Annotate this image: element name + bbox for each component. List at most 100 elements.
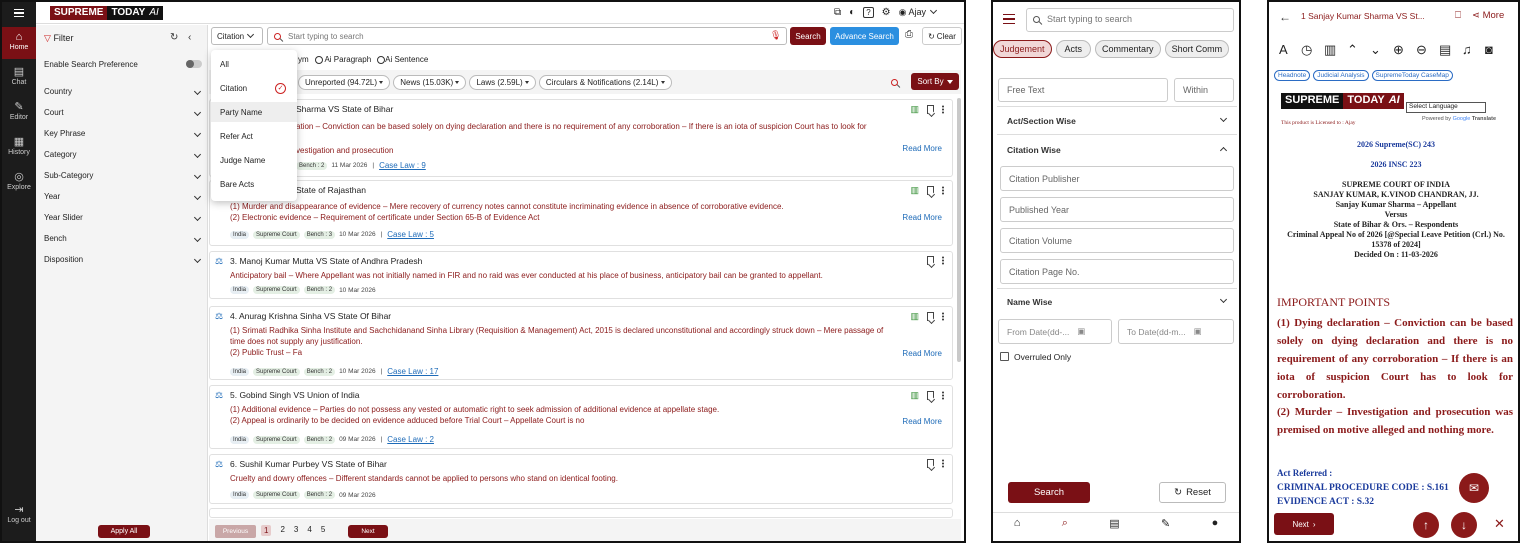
nav-explore[interactable]: ◎ Explore [2, 170, 36, 191]
chart-icon[interactable]: ▥ [1324, 42, 1336, 58]
name-wise-chevron-icon[interactable] [1219, 295, 1228, 304]
citation-publisher-input[interactable]: Citation Publisher [1000, 166, 1234, 191]
case-law-link[interactable]: Case Law : 17 [387, 367, 438, 376]
tab-commentary[interactable]: Commentary [1095, 40, 1161, 58]
dropdown-option-judge-name[interactable]: Judge Name [220, 156, 265, 165]
analytics-icon[interactable]: ▥ [910, 104, 919, 115]
advance-search-button[interactable]: Advance Search [830, 27, 899, 45]
more-options-icon[interactable] [942, 186, 944, 195]
chip-headnote[interactable]: Headnote [1274, 70, 1311, 81]
page-number[interactable]: 4 [307, 525, 311, 536]
next-doc-button[interactable]: Next › [1274, 513, 1334, 535]
dropdown-option-citation[interactable]: Citation [220, 84, 247, 93]
help-icon[interactable]: ? [863, 7, 874, 18]
name-wise-label[interactable]: Name Wise [1007, 297, 1052, 307]
filter-item-bench[interactable]: Bench [44, 234, 202, 243]
search-nav-icon[interactable]: ⌕ [1062, 517, 1068, 530]
reset-button[interactable]: ↻ Reset [1159, 482, 1226, 503]
nav-home[interactable]: ⌂ Home [2, 31, 36, 51]
chat-bubble-icon[interactable]: ⧉ [834, 7, 841, 18]
result-title[interactable]: Sharma VS State of Bihar [296, 104, 393, 114]
filter-pill[interactable]: Unreported (94.72L) [298, 75, 391, 90]
read-more-link[interactable]: Read More [902, 213, 942, 222]
citation-wise-label[interactable]: Citation Wise [1007, 145, 1061, 155]
bookmark-icon[interactable] [927, 391, 934, 400]
result-title[interactable]: 6. Sushil Kumar Purbey VS State of Bihar [230, 459, 387, 469]
collapse-icon[interactable]: ⌃ [1347, 42, 1358, 58]
close-icon[interactable]: ✕ [1494, 516, 1505, 532]
result-card[interactable]: ⚖ 5. Gobind Singh VS Union of India ▥ (1) A… [209, 385, 953, 449]
filter-pill[interactable]: Laws (2.59L) [469, 75, 536, 90]
zoom-in-icon[interactable]: ⊕ [1393, 42, 1404, 58]
bookmark-icon[interactable] [927, 105, 934, 114]
more-options-icon[interactable] [942, 105, 944, 114]
result-card[interactable]: ⚖ 3. Manoj Kumar Mutta VS State of Andhra… [209, 251, 953, 299]
scroll-down-icon[interactable]: ↓ [1451, 512, 1477, 538]
chip-casemap[interactable]: SupremeToday CaseMap [1371, 70, 1453, 81]
case-law-link[interactable]: Case Law : 2 [387, 435, 434, 444]
analytics-icon[interactable]: ▥ [910, 390, 919, 401]
nav-logout[interactable]: ⇥ Log out [2, 503, 36, 524]
mobile-search-button[interactable]: Search [1008, 482, 1090, 503]
timer-icon[interactable]: ◷ [1301, 42, 1312, 58]
tab-judgement[interactable]: Judgement [993, 40, 1052, 58]
dropdown-option-party-name[interactable]: Party Name [220, 108, 262, 117]
page-number[interactable]: 2 [280, 525, 284, 536]
apply-all-button[interactable]: Apply All [98, 525, 150, 538]
citation-wise-chevron-icon[interactable] [1219, 146, 1228, 155]
collapse-sidebar-icon[interactable]: ‹ [188, 32, 191, 43]
free-text-input[interactable]: Free Text [998, 78, 1168, 102]
filter-item-sub-category[interactable]: Sub-Category [44, 171, 202, 180]
filter-item-category[interactable]: Category [44, 150, 202, 159]
mic-icon[interactable]: ♫ [1462, 42, 1472, 57]
result-card[interactable]: ⚖ 4. Anurag Krishna Sinha VS State Of Bih… [209, 306, 953, 380]
settings-icon[interactable]: ⚙ [882, 7, 891, 18]
result-title[interactable]: State of Rajasthan [296, 185, 366, 195]
filter-item-year[interactable]: Year [44, 192, 202, 201]
scroll-up-icon[interactable]: ↑ [1413, 512, 1439, 538]
expand-icon[interactable]: ⌄ [1370, 42, 1381, 58]
bookmark-icon[interactable] [927, 256, 934, 265]
result-card[interactable]: ⚖ 6. Sushil Kumar Purbey VS State of Biha… [209, 454, 953, 504]
filter-item-disposition[interactable]: Disposition [44, 255, 202, 264]
page-number[interactable]: 1 [261, 525, 272, 536]
mode-sentence[interactable]: Ai Sentence [377, 55, 428, 64]
sort-by-button[interactable]: Sort By [911, 73, 959, 90]
filter-item-key-phrase[interactable]: Key Phrase [44, 129, 202, 138]
editor-icon[interactable]: ✎ [1161, 517, 1170, 530]
search-pref-toggle[interactable] [186, 60, 202, 68]
profile-icon[interactable]: ● [1212, 517, 1219, 530]
mobile-menu-icon[interactable] [1003, 14, 1015, 24]
dark-mode-icon[interactable]: ◐ [849, 7, 855, 18]
results-scrollbar[interactable] [957, 98, 961, 362]
select-language-dropdown[interactable]: Select Language [1406, 102, 1486, 113]
mic-icon[interactable]: 🎙 [770, 30, 781, 41]
tab-short-comm[interactable]: Short Comm [1164, 40, 1230, 58]
dropdown-option-bare-acts[interactable]: Bare Acts [220, 180, 254, 189]
clear-button[interactable]: ↻ Clear [922, 27, 962, 45]
filter-item-country[interactable]: Country [44, 87, 202, 96]
filter-item-year-slider[interactable]: Year Slider [44, 213, 202, 222]
more-options-icon[interactable] [942, 459, 944, 468]
result-title[interactable]: 3. Manoj Kumar Mutta VS State of Andhra … [230, 256, 422, 266]
filter-pill[interactable]: News (15.03K) [393, 75, 467, 90]
reset-filter-icon[interactable]: ↻ [170, 32, 178, 43]
read-more-link[interactable]: Read More [902, 417, 942, 426]
search-button[interactable]: Search [790, 27, 826, 45]
case-law-link[interactable]: Case Law : 9 [379, 161, 426, 170]
read-more-link[interactable]: Read More [902, 349, 942, 358]
font-icon[interactable]: A [1279, 42, 1288, 57]
result-card[interactable]: State of Rajasthan ▥ (1) Murder and disapp… [209, 180, 953, 246]
filter-item-court[interactable]: Court [44, 108, 202, 117]
headphones-icon[interactable]: ◙ [1485, 42, 1493, 57]
chat-icon[interactable]: ▤ [1109, 517, 1119, 530]
bookmark-icon[interactable] [927, 312, 934, 321]
menu-icon[interactable] [14, 9, 24, 17]
bookmark-icon[interactable] [927, 186, 934, 195]
nav-history[interactable]: ▦ History [2, 135, 36, 156]
user-menu[interactable]: ◉ Ajay [899, 6, 937, 18]
within-input[interactable]: Within [1174, 78, 1234, 102]
result-card[interactable]: Sharma VS State of Bihar ▥ ation – Convict… [209, 99, 953, 177]
overruled-checkbox[interactable] [1000, 352, 1009, 361]
more-options-icon[interactable] [942, 312, 944, 321]
